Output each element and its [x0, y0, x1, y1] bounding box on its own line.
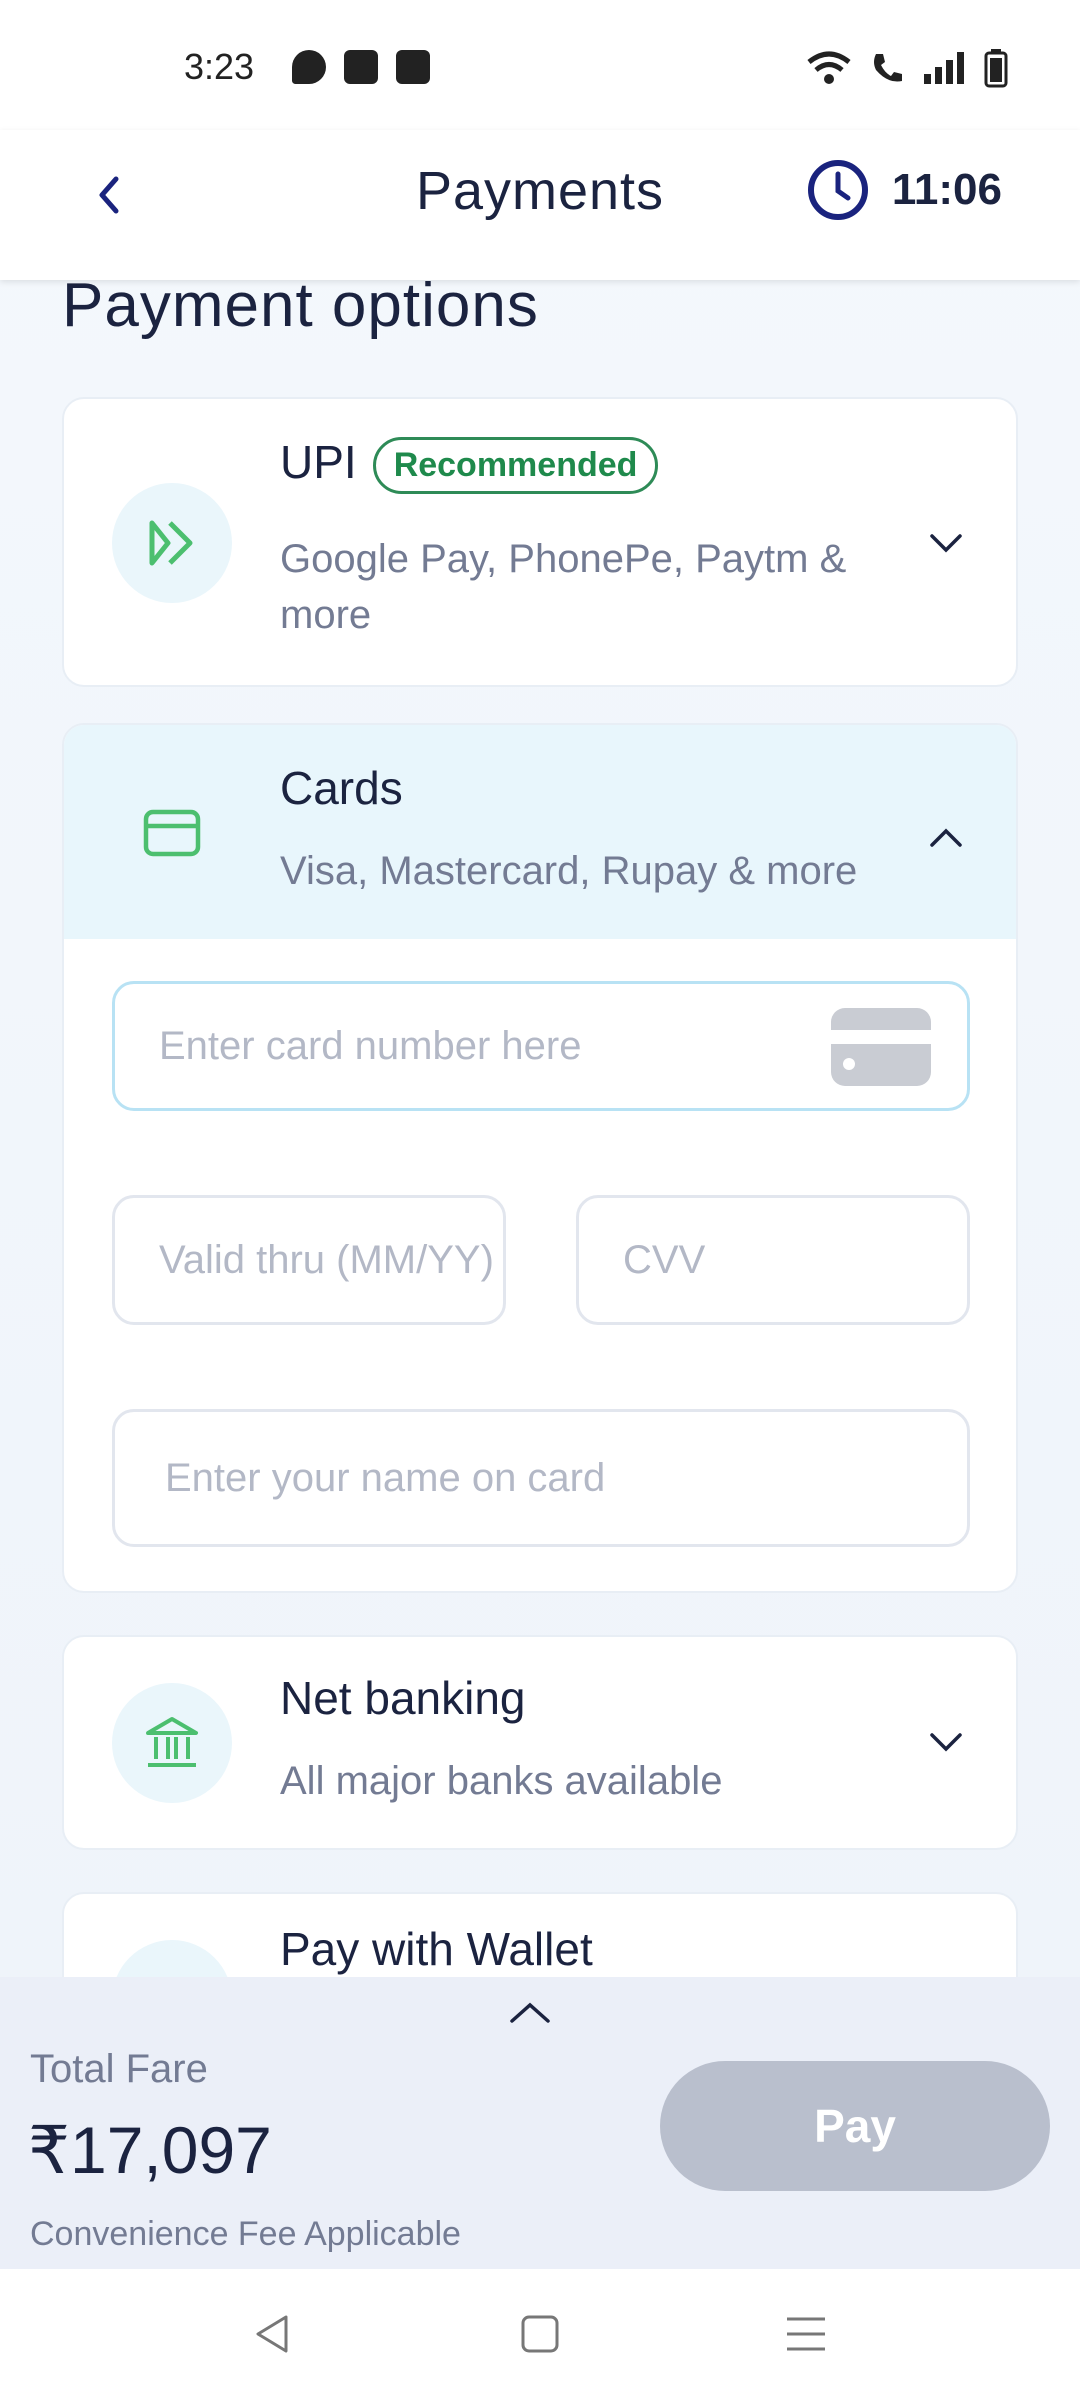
chevron-down-icon[interactable]: [926, 524, 966, 564]
notification-icons: [292, 50, 430, 84]
session-timer: 11:06: [806, 158, 1002, 222]
clock-icon: [807, 160, 868, 220]
convenience-fee-note: Convenience Fee Applicable: [30, 2215, 461, 2253]
card-number-placeholder: Enter card number here: [159, 1023, 582, 1068]
battery-icon: [984, 49, 1008, 88]
nav-menu-icon[interactable]: [781, 2309, 831, 2359]
name-on-card-placeholder: Enter your name on card: [165, 1455, 606, 1500]
chat-icon: [292, 50, 326, 84]
app-header: Payments 11:06: [0, 130, 1080, 280]
nav-back-icon[interactable]: [248, 2309, 298, 2359]
signal-icon: [924, 52, 964, 84]
payment-option-net-banking[interactable]: Net banking All major banks available: [62, 1635, 1018, 1850]
cards-subtitle: Visa, Mastercard, Rupay & more: [280, 849, 858, 893]
system-nav-bar: [0, 2269, 1080, 2400]
wallet-title: Pay with Wallet: [280, 1923, 593, 1975]
name-on-card-input[interactable]: Enter your name on card: [112, 1409, 970, 1547]
cvv-input[interactable]: CVV: [576, 1195, 970, 1325]
net-banking-title: Net banking: [280, 1672, 526, 1724]
upi-title: UPI: [280, 436, 357, 488]
total-fare-label: Total Fare: [30, 2047, 208, 2091]
timer-text: 11:06: [891, 165, 1002, 214]
teams-icon: [344, 50, 378, 84]
wifi-icon: [807, 51, 851, 84]
call-icon: [874, 54, 902, 82]
pay-button[interactable]: Pay: [660, 2061, 1050, 2191]
bank-icon-wrap: [112, 1683, 232, 1803]
card-number-input[interactable]: Enter card number here: [112, 981, 970, 1111]
upi-icon-wrap: [112, 483, 232, 603]
cards-title: Cards: [280, 762, 403, 814]
section-title: Payment options: [62, 271, 539, 340]
card-icon-wrap: [112, 773, 232, 893]
outlook-icon: [396, 50, 430, 84]
bank-icon: [146, 1717, 198, 1767]
recommended-badge: Recommended: [372, 437, 659, 495]
system-icons: [806, 48, 1008, 88]
payment-option-upi[interactable]: UPI Recommended Google Pay, PhonePe, Payt…: [62, 397, 1018, 687]
chevron-down-icon[interactable]: [926, 1723, 966, 1763]
payment-option-cards: Cards Visa, Mastercard, Rupay & more Ent…: [62, 723, 1018, 1593]
valid-thru-input[interactable]: Valid thru (MM/YY): [112, 1195, 506, 1325]
cards-header[interactable]: Cards Visa, Mastercard, Rupay & more: [64, 725, 1016, 939]
upi-icon: [149, 520, 193, 566]
chevron-up-icon[interactable]: [926, 817, 966, 857]
upi-title-row: UPI Recommended: [280, 435, 659, 495]
card-type-icon: [831, 1008, 931, 1086]
cvv-placeholder: CVV: [623, 1237, 706, 1282]
valid-thru-placeholder: Valid thru (MM/YY): [159, 1237, 494, 1282]
upi-subtitle: Google Pay, PhonePe, Paytm & more: [280, 537, 847, 637]
chevron-up-icon[interactable]: [508, 1997, 552, 2027]
total-fare-amount: ₹17,097: [28, 2113, 272, 2187]
nav-home-icon[interactable]: [515, 2309, 565, 2359]
credit-card-icon: [143, 809, 201, 857]
status-bar: 3:23: [0, 0, 1080, 130]
fare-summary-sheet: Total Fare ₹17,097 Convenience Fee Appli…: [0, 1977, 1080, 2269]
status-time: 3:23: [184, 46, 255, 87]
net-banking-subtitle: All major banks available: [280, 1759, 723, 1803]
